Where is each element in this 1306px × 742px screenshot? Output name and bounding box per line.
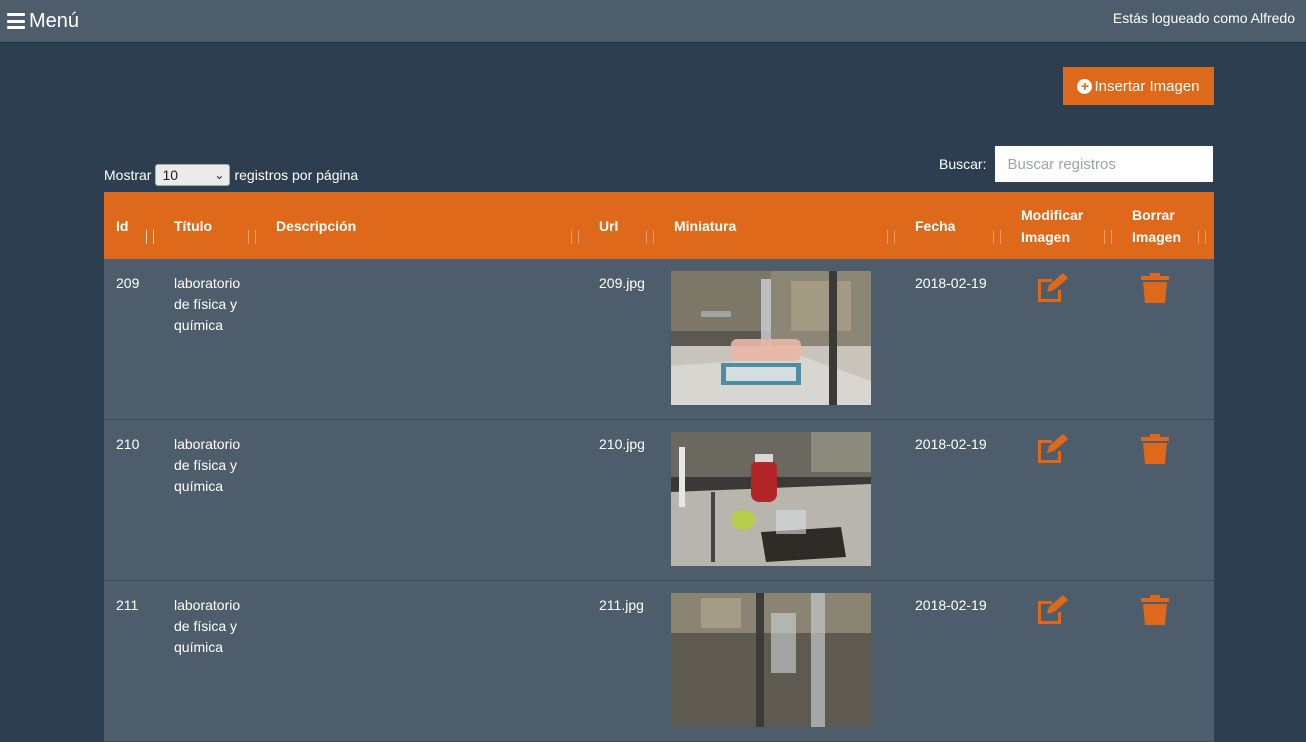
search-label: Buscar: xyxy=(939,156,987,172)
sort-icon xyxy=(248,230,256,244)
search-input[interactable] xyxy=(995,146,1214,182)
cell-thumbnail xyxy=(662,259,903,420)
thumbnail-image[interactable] xyxy=(671,593,871,727)
cell-date: 2018-02-19 xyxy=(915,597,987,613)
header-modify[interactable]: Modificar Imagen xyxy=(1009,192,1120,259)
cell-modify xyxy=(1009,420,1120,581)
sort-icon xyxy=(146,230,154,244)
cell-date: 2018-02-19 xyxy=(915,436,987,452)
header-description-label: Descripción xyxy=(276,217,357,234)
trash-icon[interactable] xyxy=(1141,273,1202,309)
header-thumbnail[interactable]: Miniatura xyxy=(662,192,903,259)
menu-label: Menú xyxy=(29,9,80,32)
cell-title: laboratorio de física y química xyxy=(174,275,241,333)
cell-id: 210 xyxy=(116,436,140,452)
trash-icon[interactable] xyxy=(1141,434,1202,470)
cell-delete xyxy=(1120,581,1214,742)
cell-thumbnail xyxy=(662,581,903,742)
header-date-label: Fecha xyxy=(915,217,956,234)
cell-description xyxy=(264,420,587,581)
sort-icon xyxy=(571,230,579,244)
images-table-wrapper: Id Título Descripción Url Miniatura Fech… xyxy=(104,192,1214,742)
logged-user-text: Estás logueado como Alfredo xyxy=(1112,10,1295,26)
hamburger-icon xyxy=(7,13,25,29)
images-table: Id Título Descripción Url Miniatura Fech… xyxy=(104,192,1214,742)
page-length-control: Mostrar 10 ⌄ registros por página xyxy=(104,164,358,186)
length-prefix: Mostrar xyxy=(104,167,152,183)
header-modify-label-2: Imagen xyxy=(1021,228,1071,245)
plus-circle-icon: + xyxy=(1077,78,1093,94)
top-navbar: Menú Estás logueado como Alfredo xyxy=(0,0,1306,43)
header-modify-label-1: Modificar xyxy=(1021,206,1084,223)
cell-thumbnail xyxy=(662,420,903,581)
cell-title: laboratorio de física y química xyxy=(174,436,241,494)
header-title-label: Título xyxy=(174,217,213,234)
insert-image-label: Insertar Imagen xyxy=(1094,77,1200,95)
search-control: Buscar: xyxy=(939,146,1214,182)
chevron-down-icon: ⌄ xyxy=(214,168,225,182)
cell-url: 209.jpg xyxy=(599,275,645,291)
header-thumbnail-label: Miniatura xyxy=(674,217,737,234)
sort-icon xyxy=(887,230,895,244)
header-delete-label-2: Imagen xyxy=(1132,228,1182,245)
cell-url: 210.jpg xyxy=(599,436,645,452)
trash-icon[interactable] xyxy=(1141,595,1202,631)
cell-delete xyxy=(1120,420,1214,581)
table-row: 209 laboratorio de física y química 209.… xyxy=(104,259,1214,420)
insert-image-button[interactable]: + Insertar Imagen xyxy=(1063,67,1214,105)
header-id[interactable]: Id xyxy=(104,192,162,259)
page-length-value: 10 xyxy=(162,167,179,183)
menu-button[interactable]: Menú xyxy=(7,8,79,34)
edit-icon[interactable] xyxy=(1035,434,1108,470)
header-date[interactable]: Fecha xyxy=(903,192,1009,259)
header-id-label: Id xyxy=(116,217,129,234)
cell-description xyxy=(264,259,587,420)
table-row: 211 laboratorio de física y química 211.… xyxy=(104,580,1214,742)
cell-title: laboratorio de física y química xyxy=(174,597,241,655)
edit-icon[interactable] xyxy=(1035,595,1108,631)
cell-modify xyxy=(1009,259,1120,420)
header-delete-label-1: Borrar xyxy=(1132,206,1175,223)
length-suffix: registros por página xyxy=(234,167,359,183)
thumbnail-image[interactable] xyxy=(671,271,871,405)
sort-icon xyxy=(646,230,654,244)
cell-date: 2018-02-19 xyxy=(915,275,987,291)
cell-modify xyxy=(1009,581,1120,742)
cell-id: 209 xyxy=(116,275,140,291)
sort-icon xyxy=(1104,230,1112,244)
header-url[interactable]: Url xyxy=(587,192,662,259)
sort-icon xyxy=(993,230,1001,244)
header-title[interactable]: Título xyxy=(162,192,264,259)
sort-icon xyxy=(1198,230,1206,244)
header-description[interactable]: Descripción xyxy=(264,192,587,259)
cell-delete xyxy=(1120,259,1214,420)
cell-description xyxy=(264,581,587,742)
table-row: 210 laboratorio de física y química 210.… xyxy=(104,419,1214,581)
header-delete[interactable]: Borrar Imagen xyxy=(1120,192,1214,259)
cell-url: 211.jpg xyxy=(599,597,644,613)
edit-icon[interactable] xyxy=(1035,273,1108,309)
table-header-row: Id Título Descripción Url Miniatura Fech… xyxy=(104,192,1214,259)
thumbnail-image[interactable] xyxy=(671,432,871,566)
cell-id: 211 xyxy=(116,597,139,613)
header-url-label: Url xyxy=(599,217,619,234)
page-length-select[interactable]: 10 ⌄ xyxy=(155,164,231,186)
